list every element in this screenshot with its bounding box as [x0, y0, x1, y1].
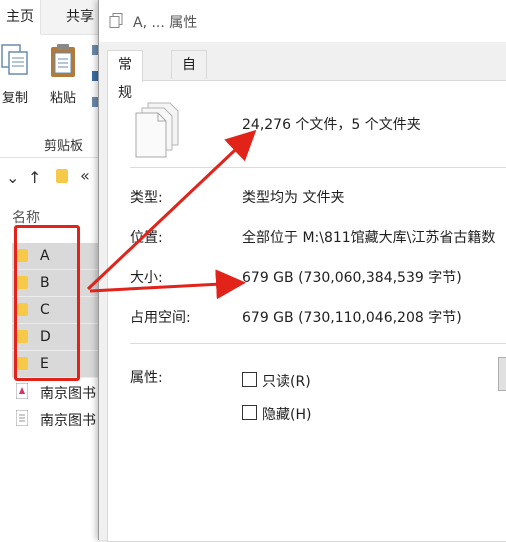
type-label: 类型:	[130, 190, 163, 206]
divider	[130, 343, 506, 344]
attributes-label: 属性:	[130, 370, 163, 386]
file-count-summary: 24,276 个文件，5 个文件夹	[242, 117, 421, 133]
paste-label: 粘贴	[49, 91, 76, 106]
tab-home[interactable]: 主页	[0, 0, 41, 35]
copy-icon	[1, 44, 28, 75]
multiple-files-icon	[135, 102, 179, 158]
type-value: 类型均为 文件夹	[242, 190, 345, 206]
navigation-bar: ⌄ ↑ «	[0, 160, 110, 198]
checkbox-box[interactable]	[242, 372, 257, 387]
size-on-disk-value: 679 GB (730,110,046,208 字节)	[242, 310, 462, 326]
copy-label: 复制	[1, 91, 28, 106]
paste-button[interactable]: 粘贴	[46, 43, 80, 106]
hidden-label: 隐藏(H)	[262, 407, 312, 423]
files-icon	[109, 13, 123, 28]
tab-share[interactable]: 共享	[60, 0, 100, 34]
text-file-icon	[16, 410, 28, 426]
ribbon: 复制 粘贴 剪贴板	[0, 35, 110, 158]
clipboard-group-label: 剪贴板	[44, 139, 84, 154]
clipboard-icon	[51, 44, 75, 77]
read-only-label: 只读(R)	[262, 374, 311, 390]
chevron-down-icon[interactable]: ⌄	[6, 168, 19, 187]
checkbox-box[interactable]	[242, 405, 257, 420]
annotation-highlight-box	[14, 225, 80, 381]
dialog-title-bar[interactable]: A, ... 属性	[99, 0, 506, 42]
advanced-button[interactable]	[498, 357, 506, 391]
size-label: 大小:	[130, 270, 163, 286]
column-header-name[interactable]: 名称	[12, 207, 40, 227]
location-value: 全部位于 M:\811馆藏大库\江苏省古籍数	[242, 230, 496, 246]
location-label: 位置:	[130, 230, 163, 246]
tab-customize[interactable]: 自定义	[171, 50, 207, 129]
file-explorer-window: 主页 共享 复制 粘贴 剪贴板 ⌄ ↑ « 名称 A B C D E 南京图书 …	[0, 0, 110, 531]
file-name: 南京图书	[40, 413, 96, 429]
divider	[130, 167, 506, 168]
folder-icon	[56, 169, 68, 183]
dialog-title: A, ... 属性	[133, 15, 198, 31]
properties-dialog: A, ... 属性 常规 自定义 24,276 个文件，5 个文件夹 类型: 类…	[98, 0, 506, 542]
file-name: 南京图书	[40, 386, 96, 402]
up-arrow-icon[interactable]: ↑	[28, 168, 41, 187]
copy-button[interactable]: 复制	[0, 43, 30, 106]
general-panel: 24,276 个文件，5 个文件夹 类型: 类型均为 文件夹 位置: 全部位于 …	[107, 80, 506, 542]
ribbon-tab-bar: 主页 共享	[0, 0, 110, 35]
pdf-file-icon	[16, 383, 28, 399]
size-on-disk-label: 占用空间:	[130, 310, 191, 326]
tab-general[interactable]: 常规	[107, 50, 143, 101]
path-overflow[interactable]: «	[80, 166, 90, 185]
size-value: 679 GB (730,060,384,539 字节)	[242, 270, 462, 286]
